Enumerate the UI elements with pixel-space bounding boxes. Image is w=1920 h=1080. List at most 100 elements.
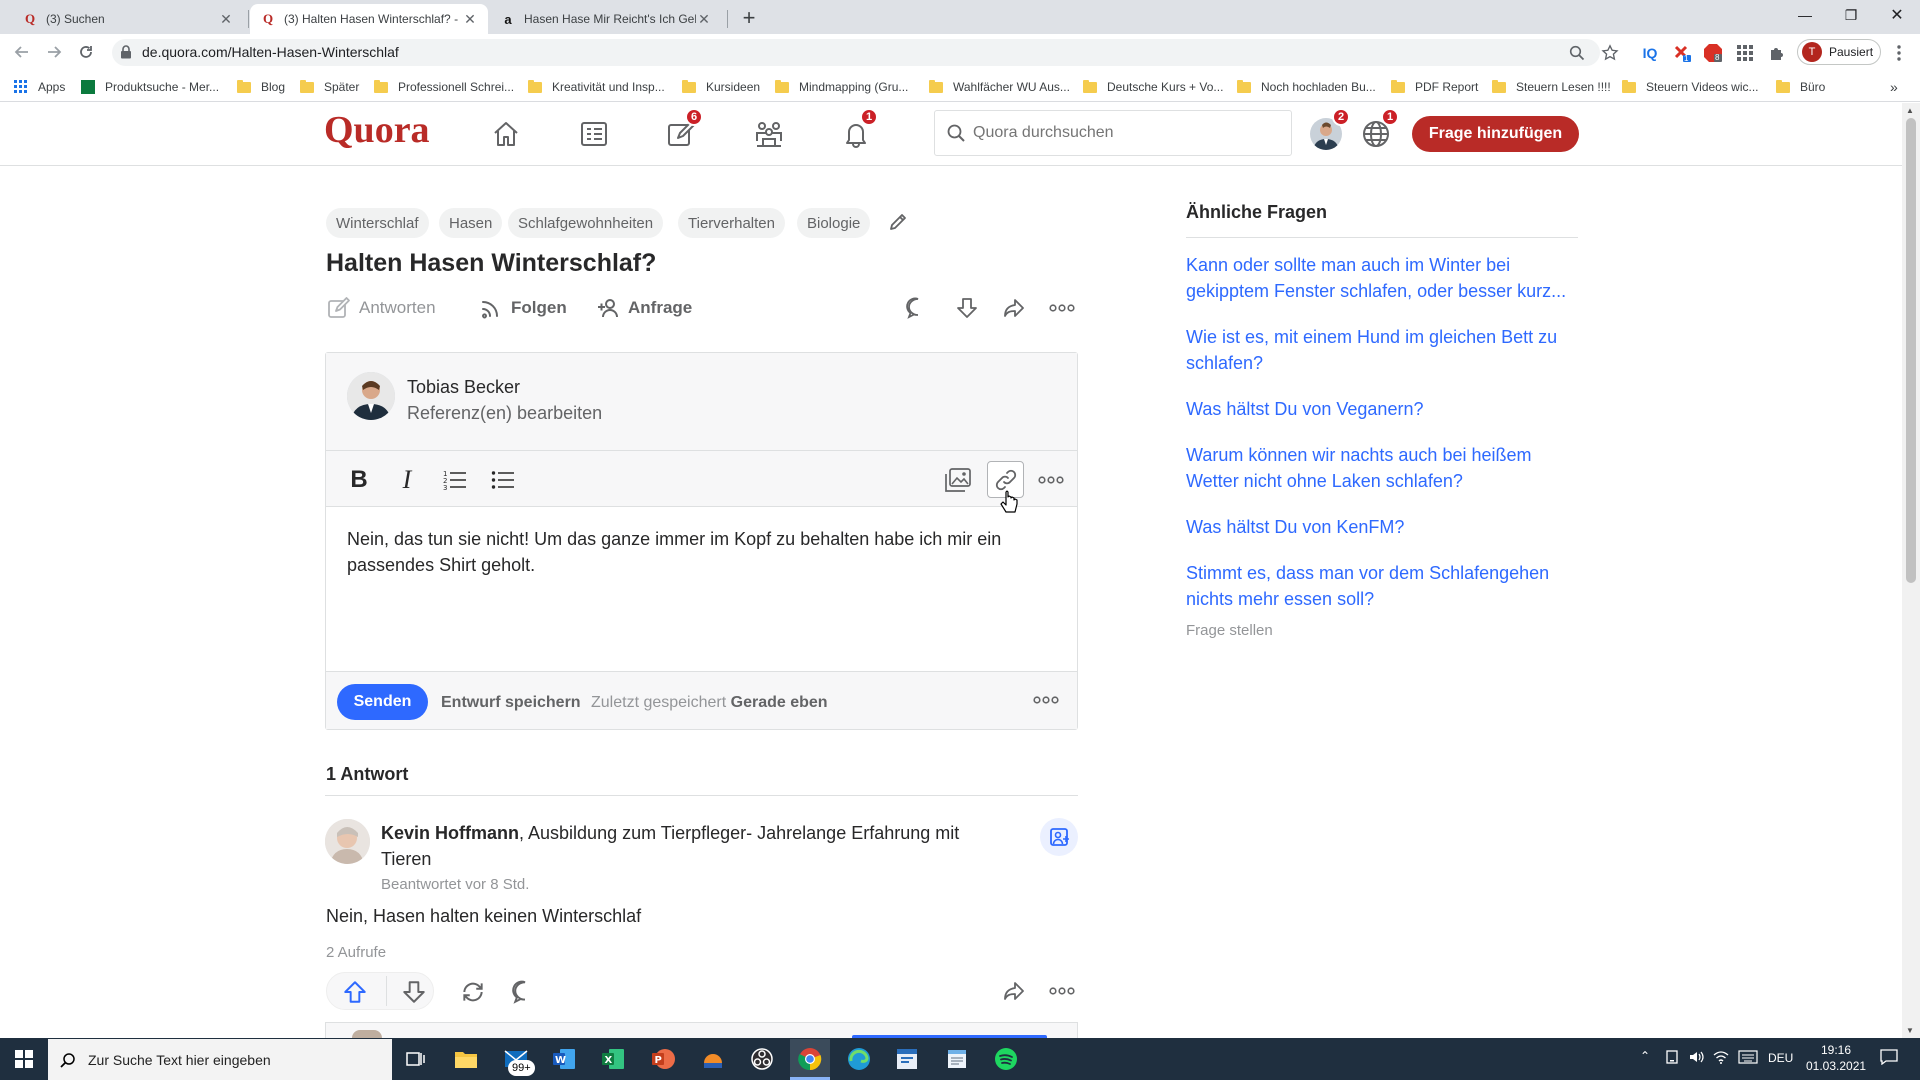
- bookmark-pdf-report[interactable]: PDF Report: [1391, 78, 1478, 96]
- related-question-link[interactable]: Stimmt es, dass man vor dem Schlafengehe…: [1186, 560, 1578, 612]
- comment-icon[interactable]: [906, 296, 930, 320]
- edit-credentials-link[interactable]: Referenz(en) bearbeiten: [407, 403, 602, 424]
- topic-winterschlaf[interactable]: Winterschlaf: [326, 208, 429, 238]
- send-button[interactable]: Senden: [337, 684, 428, 720]
- tray-device-icon[interactable]: [1665, 1050, 1679, 1064]
- iq-extension-icon[interactable]: IQ: [1640, 43, 1660, 63]
- task-view-icon[interactable]: [400, 1043, 432, 1075]
- topic-schlafgewohnheiten[interactable]: Schlafgewohnheiten: [508, 208, 664, 238]
- obs-icon[interactable]: [746, 1043, 778, 1075]
- image-upload-icon[interactable]: [941, 463, 975, 497]
- browser-tab-amazon[interactable]: a Hasen Hase Mir Reicht's Ich Geh ✕: [490, 4, 722, 34]
- downvote-icon[interactable]: [401, 979, 427, 1005]
- adblock-icon[interactable]: 8: [1703, 43, 1723, 63]
- window-close-icon[interactable]: ✕: [1874, 0, 1920, 30]
- following-feed-icon[interactable]: [576, 116, 612, 152]
- topic-biologie[interactable]: Biologie: [797, 208, 871, 238]
- extension-x-icon[interactable]: 1: [1672, 43, 1692, 63]
- bookmarks-overflow-icon[interactable]: »: [1890, 78, 1898, 96]
- tray-overflow-icon[interactable]: ⌃: [1640, 1049, 1650, 1063]
- downvote-icon[interactable]: [955, 296, 979, 320]
- related-question-link[interactable]: Warum können wir nachts auch bei heißem …: [1186, 442, 1578, 494]
- follow-author-button[interactable]: [1040, 818, 1078, 856]
- share-icon[interactable]: [1002, 296, 1026, 320]
- bookmark-buero[interactable]: Büro: [1776, 78, 1825, 96]
- bookmark-wahlfaecher[interactable]: Wahlfächer WU Aus...: [929, 78, 1070, 96]
- related-question-link[interactable]: Wie ist es, mit einem Hund im gleichen B…: [1186, 324, 1578, 376]
- bookmark-professionell[interactable]: Professionell Schrei...: [374, 78, 514, 96]
- related-question-link[interactable]: Was hältst Du von KenFM?: [1186, 514, 1578, 540]
- action-center-icon[interactable]: [1880, 1049, 1898, 1065]
- close-icon[interactable]: ✕: [218, 11, 234, 28]
- bookmark-deutsche-kurs[interactable]: Deutsche Kurs + Vo...: [1083, 78, 1223, 96]
- comment-icon[interactable]: [512, 979, 538, 1005]
- scroll-down-arrow-icon[interactable]: ▼: [1906, 1026, 1914, 1035]
- search-input[interactable]: [973, 124, 1273, 142]
- bookmark-spaeter[interactable]: Später: [300, 78, 359, 96]
- follow-action-button[interactable]: Folgen: [479, 294, 567, 322]
- upvote-icon[interactable]: [342, 979, 368, 1005]
- spaces-people-icon[interactable]: [751, 116, 787, 152]
- notepad-icon[interactable]: [941, 1043, 973, 1075]
- more-vertical-icon[interactable]: [1889, 43, 1909, 63]
- topic-tierverhalten[interactable]: Tierverhalten: [678, 208, 785, 238]
- spotify-icon[interactable]: [990, 1043, 1022, 1075]
- word-icon[interactable]: W: [548, 1043, 580, 1075]
- add-question-button[interactable]: Frage hinzufügen: [1412, 116, 1579, 152]
- save-draft-button[interactable]: Entwurf speichern: [441, 694, 581, 712]
- taskbar-search-box[interactable]: Zur Suche Text hier eingeben: [48, 1039, 392, 1080]
- bookmark-star-icon[interactable]: [1600, 43, 1620, 63]
- url-text[interactable]: de.quora.com/Halten-Hasen-Winterschlaf: [142, 44, 399, 60]
- bookmark-blog[interactable]: Blog: [237, 78, 285, 96]
- excel-icon[interactable]: X: [597, 1043, 629, 1075]
- ask-question-link[interactable]: Frage stellen: [1186, 622, 1578, 639]
- bookmark-steuern-videos[interactable]: Steuern Videos wic...: [1622, 78, 1759, 96]
- scroll-up-arrow-icon[interactable]: ▲: [1906, 106, 1914, 115]
- related-question-link[interactable]: Kann oder sollte man auch im Winter bei …: [1186, 252, 1578, 304]
- share-icon[interactable]: [1002, 979, 1026, 1003]
- close-icon[interactable]: ✕: [696, 11, 712, 28]
- more-horizontal-icon[interactable]: [1033, 692, 1059, 708]
- reload-icon[interactable]: [74, 40, 98, 64]
- windows-start-icon[interactable]: [8, 1043, 40, 1075]
- wifi-icon[interactable]: [1713, 1049, 1729, 1065]
- file-explorer-icon[interactable]: [450, 1043, 482, 1075]
- request-action-button[interactable]: Anfrage: [596, 294, 692, 322]
- app-window-icon[interactable]: [891, 1043, 923, 1075]
- answer-action-button[interactable]: Antworten: [327, 294, 436, 322]
- browser-tab-search[interactable]: Q (3) Suchen ✕: [12, 4, 244, 34]
- restore-icon[interactable]: ❐: [1828, 0, 1874, 30]
- edge-icon[interactable]: [843, 1043, 875, 1075]
- chrome-icon[interactable]: [794, 1043, 826, 1075]
- puzzle-extensions-icon[interactable]: [1767, 43, 1787, 63]
- input-language[interactable]: DEU: [1768, 1051, 1793, 1065]
- keyboard-icon[interactable]: [1738, 1050, 1758, 1064]
- bookmark-noch-hochladen[interactable]: Noch hochladen Bu...: [1237, 78, 1376, 96]
- audio-app-icon[interactable]: [697, 1043, 729, 1075]
- scrollbar-thumb[interactable]: [1906, 118, 1916, 583]
- zoom-icon[interactable]: [1567, 43, 1587, 63]
- close-icon[interactable]: ✕: [462, 11, 478, 28]
- share-reload-icon[interactable]: [460, 979, 486, 1005]
- powerpoint-icon[interactable]: P: [647, 1043, 679, 1075]
- quora-search-box[interactable]: [934, 110, 1292, 156]
- bookmark-produktsuche[interactable]: Produktsuche - Mer...: [81, 78, 219, 96]
- profile-button[interactable]: T Pausiert: [1797, 39, 1881, 65]
- clock[interactable]: 19:16 01.03.2021: [1806, 1042, 1866, 1074]
- edit-topics-pencil-icon[interactable]: [888, 212, 908, 232]
- more-horizontal-icon[interactable]: [1049, 983, 1075, 999]
- minimize-icon[interactable]: —: [1782, 0, 1828, 30]
- new-tab-plus-icon[interactable]: +: [737, 6, 761, 30]
- related-question-link[interactable]: Was hältst Du von Veganern?: [1186, 396, 1578, 422]
- forward-arrow-icon[interactable]: [42, 40, 66, 64]
- bookmark-apps[interactable]: Apps: [14, 78, 65, 96]
- editor-text-area[interactable]: Nein, das tun sie nicht! Um das ganze im…: [347, 526, 1057, 578]
- answer-author-name[interactable]: Kevin Hoffmann: [381, 823, 519, 843]
- bullet-list-icon[interactable]: [486, 463, 520, 497]
- italic-icon[interactable]: I: [390, 463, 424, 497]
- quora-logo[interactable]: Quora: [324, 108, 430, 152]
- volume-icon[interactable]: [1688, 1049, 1704, 1065]
- home-icon[interactable]: [488, 116, 524, 152]
- bold-icon[interactable]: B: [342, 463, 376, 497]
- answer-author-avatar[interactable]: [325, 819, 370, 864]
